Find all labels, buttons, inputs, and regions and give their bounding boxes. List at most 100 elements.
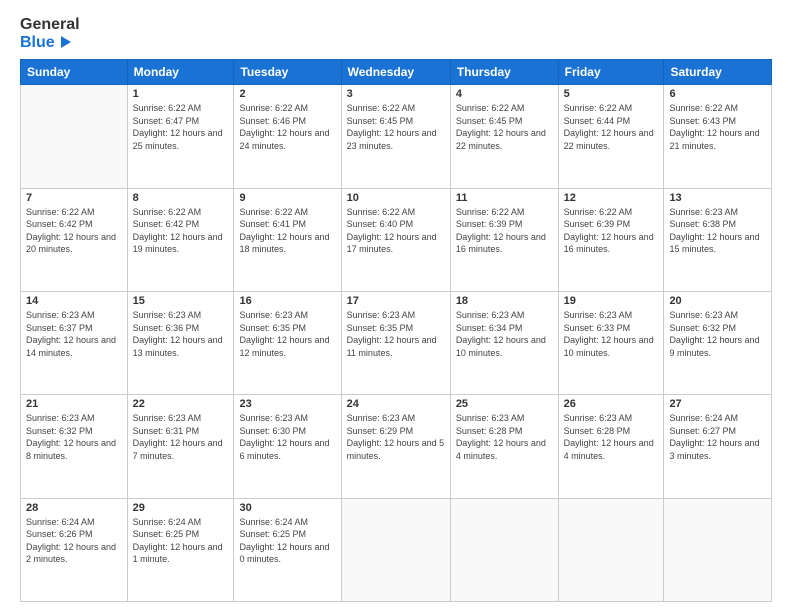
day-number: 5: [564, 88, 659, 100]
calendar-cell: 15 Sunrise: 6:23 AMSunset: 6:36 PMDayligh…: [127, 291, 234, 394]
day-info: Sunrise: 6:22 AMSunset: 6:39 PMDaylight:…: [564, 206, 659, 256]
day-info: Sunrise: 6:23 AMSunset: 6:33 PMDaylight:…: [564, 309, 659, 359]
day-info: Sunrise: 6:23 AMSunset: 6:34 PMDaylight:…: [456, 309, 553, 359]
day-number: 9: [239, 192, 335, 204]
day-info: Sunrise: 6:22 AMSunset: 6:47 PMDaylight:…: [133, 102, 229, 152]
day-info: Sunrise: 6:23 AMSunset: 6:35 PMDaylight:…: [239, 309, 335, 359]
day-info: Sunrise: 6:22 AMSunset: 6:45 PMDaylight:…: [347, 102, 445, 152]
calendar-cell: 4 Sunrise: 6:22 AMSunset: 6:45 PMDaylight…: [450, 85, 558, 188]
calendar-cell: 19 Sunrise: 6:23 AMSunset: 6:33 PMDayligh…: [558, 291, 664, 394]
day-number: 23: [239, 398, 335, 410]
day-info: Sunrise: 6:23 AMSunset: 6:28 PMDaylight:…: [564, 412, 659, 462]
day-number: 27: [669, 398, 766, 410]
day-info: Sunrise: 6:22 AMSunset: 6:46 PMDaylight:…: [239, 102, 335, 152]
calendar-cell: 29 Sunrise: 6:24 AMSunset: 6:25 PMDayligh…: [127, 498, 234, 601]
day-info: Sunrise: 6:24 AMSunset: 6:25 PMDaylight:…: [133, 516, 229, 566]
day-info: Sunrise: 6:24 AMSunset: 6:27 PMDaylight:…: [669, 412, 766, 462]
calendar-cell: 30 Sunrise: 6:24 AMSunset: 6:25 PMDayligh…: [234, 498, 341, 601]
weekday-header-row: SundayMondayTuesdayWednesdayThursdayFrid…: [21, 60, 772, 85]
day-number: 8: [133, 192, 229, 204]
day-number: 14: [26, 295, 122, 307]
day-number: 4: [456, 88, 553, 100]
weekday-header: Wednesday: [341, 60, 450, 85]
calendar-cell: 12 Sunrise: 6:22 AMSunset: 6:39 PMDayligh…: [558, 188, 664, 291]
weekday-header: Sunday: [21, 60, 128, 85]
calendar-cell: 1 Sunrise: 6:22 AMSunset: 6:47 PMDaylight…: [127, 85, 234, 188]
day-info: Sunrise: 6:23 AMSunset: 6:29 PMDaylight:…: [347, 412, 445, 462]
day-number: 3: [347, 88, 445, 100]
calendar-week-row: 14 Sunrise: 6:23 AMSunset: 6:37 PMDayligh…: [21, 291, 772, 394]
day-number: 20: [669, 295, 766, 307]
calendar-cell: 25 Sunrise: 6:23 AMSunset: 6:28 PMDayligh…: [450, 395, 558, 498]
day-info: Sunrise: 6:23 AMSunset: 6:32 PMDaylight:…: [669, 309, 766, 359]
logo-arrow-icon: [57, 34, 73, 50]
calendar-cell: 17 Sunrise: 6:23 AMSunset: 6:35 PMDayligh…: [341, 291, 450, 394]
day-number: 15: [133, 295, 229, 307]
calendar-week-row: 1 Sunrise: 6:22 AMSunset: 6:47 PMDaylight…: [21, 85, 772, 188]
calendar-cell: 22 Sunrise: 6:23 AMSunset: 6:31 PMDayligh…: [127, 395, 234, 498]
day-info: Sunrise: 6:23 AMSunset: 6:36 PMDaylight:…: [133, 309, 229, 359]
day-info: Sunrise: 6:23 AMSunset: 6:28 PMDaylight:…: [456, 412, 553, 462]
calendar-cell: 16 Sunrise: 6:23 AMSunset: 6:35 PMDayligh…: [234, 291, 341, 394]
weekday-header: Friday: [558, 60, 664, 85]
day-info: Sunrise: 6:22 AMSunset: 6:42 PMDaylight:…: [133, 206, 229, 256]
logo-blue: Blue: [20, 34, 80, 52]
day-number: 25: [456, 398, 553, 410]
day-number: 1: [133, 88, 229, 100]
calendar-cell: 13Sunrise: 6:23 AMSunset: 6:38 PMDayligh…: [664, 188, 772, 291]
calendar-cell: [341, 498, 450, 601]
calendar-cell: 21Sunrise: 6:23 AMSunset: 6:32 PMDayligh…: [21, 395, 128, 498]
day-number: 12: [564, 192, 659, 204]
day-info: Sunrise: 6:23 AMSunset: 6:31 PMDaylight:…: [133, 412, 229, 462]
day-number: 26: [564, 398, 659, 410]
calendar-cell: [558, 498, 664, 601]
calendar-cell: 26 Sunrise: 6:23 AMSunset: 6:28 PMDayligh…: [558, 395, 664, 498]
calendar-cell: [450, 498, 558, 601]
calendar-cell: 6 Sunrise: 6:22 AMSunset: 6:43 PMDaylight…: [664, 85, 772, 188]
calendar-cell: 7Sunrise: 6:22 AMSunset: 6:42 PMDaylight…: [21, 188, 128, 291]
day-number: 2: [239, 88, 335, 100]
day-number: 30: [239, 502, 335, 514]
calendar-cell: 23 Sunrise: 6:23 AMSunset: 6:30 PMDayligh…: [234, 395, 341, 498]
logo-general: General: [20, 16, 80, 34]
day-info: Sunrise: 6:23 AMSunset: 6:30 PMDaylight:…: [239, 412, 335, 462]
day-number: 6: [669, 88, 766, 100]
calendar-cell: 3 Sunrise: 6:22 AMSunset: 6:45 PMDaylight…: [341, 85, 450, 188]
calendar-cell: 10 Sunrise: 6:22 AMSunset: 6:40 PMDayligh…: [341, 188, 450, 291]
weekday-header: Saturday: [664, 60, 772, 85]
calendar-week-row: 7Sunrise: 6:22 AMSunset: 6:42 PMDaylight…: [21, 188, 772, 291]
day-info: Sunrise: 6:23 AMSunset: 6:32 PMDaylight:…: [26, 412, 122, 462]
day-info: Sunrise: 6:22 AMSunset: 6:41 PMDaylight:…: [239, 206, 335, 256]
day-number: 22: [133, 398, 229, 410]
day-info: Sunrise: 6:23 AMSunset: 6:35 PMDaylight:…: [347, 309, 445, 359]
calendar-cell: 2 Sunrise: 6:22 AMSunset: 6:46 PMDaylight…: [234, 85, 341, 188]
logo: General Blue: [20, 16, 80, 51]
calendar-cell: 18Sunrise: 6:23 AMSunset: 6:34 PMDayligh…: [450, 291, 558, 394]
calendar-cell: 5 Sunrise: 6:22 AMSunset: 6:44 PMDaylight…: [558, 85, 664, 188]
day-number: 13: [669, 192, 766, 204]
day-info: Sunrise: 6:22 AMSunset: 6:44 PMDaylight:…: [564, 102, 659, 152]
day-info: Sunrise: 6:22 AMSunset: 6:40 PMDaylight:…: [347, 206, 445, 256]
weekday-header: Thursday: [450, 60, 558, 85]
day-info: Sunrise: 6:22 AMSunset: 6:45 PMDaylight:…: [456, 102, 553, 152]
calendar-week-row: 21Sunrise: 6:23 AMSunset: 6:32 PMDayligh…: [21, 395, 772, 498]
calendar-cell: [21, 85, 128, 188]
day-info: Sunrise: 6:23 AMSunset: 6:37 PMDaylight:…: [26, 309, 122, 359]
logo-text-block: General Blue: [20, 16, 80, 51]
day-info: Sunrise: 6:24 AMSunset: 6:25 PMDaylight:…: [239, 516, 335, 566]
header: General Blue: [20, 16, 772, 51]
weekday-header: Monday: [127, 60, 234, 85]
day-info: Sunrise: 6:22 AMSunset: 6:42 PMDaylight:…: [26, 206, 122, 256]
day-number: 17: [347, 295, 445, 307]
day-number: 10: [347, 192, 445, 204]
calendar-cell: 28Sunrise: 6:24 AMSunset: 6:26 PMDayligh…: [21, 498, 128, 601]
day-info: Sunrise: 6:22 AMSunset: 6:39 PMDaylight:…: [456, 206, 553, 256]
page: General Blue SundayMondayTuesdayWednesda…: [0, 0, 792, 612]
day-number: 19: [564, 295, 659, 307]
day-number: 16: [239, 295, 335, 307]
day-number: 11: [456, 192, 553, 204]
day-info: Sunrise: 6:22 AMSunset: 6:43 PMDaylight:…: [669, 102, 766, 152]
calendar-cell: 20 Sunrise: 6:23 AMSunset: 6:32 PMDayligh…: [664, 291, 772, 394]
calendar-cell: 24Sunrise: 6:23 AMSunset: 6:29 PMDayligh…: [341, 395, 450, 498]
day-number: 29: [133, 502, 229, 514]
